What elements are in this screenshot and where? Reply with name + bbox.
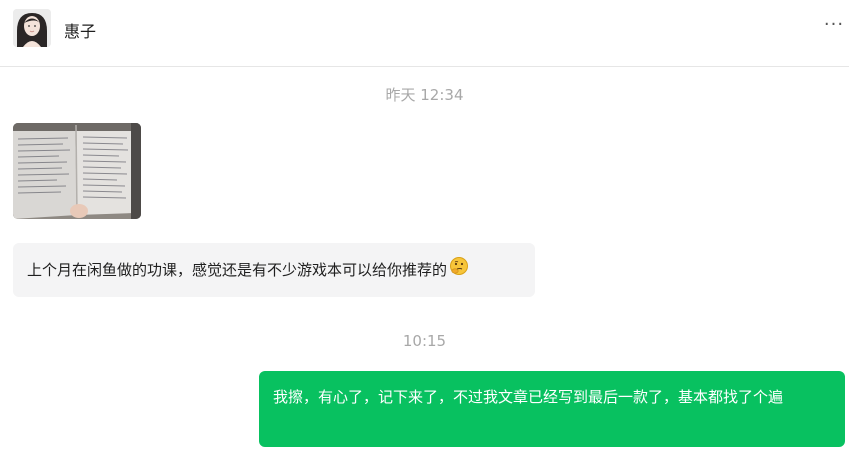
chat-header: 惠子 ··· [0,0,849,67]
more-options-button[interactable]: ··· [819,14,849,40]
incoming-message-text: 上个月在闲鱼做的功课，感觉还是有不少游戏本可以给你推荐的 [27,261,448,279]
outgoing-message-bubble[interactable]: 我擦，有心了，记下来了，不过我文章已经写到最后一款了，基本都找了个遍 [259,371,845,447]
thinking-emoji-icon [449,244,469,298]
image-message-notebook-photo[interactable] [13,123,141,219]
message-timestamp: 昨天 12:34 [385,86,464,104]
contact-name: 惠子 [64,22,97,41]
outgoing-message-text: 我擦，有心了，记下来了，不过我文章已经写到最后一款了，基本都找了个遍 [273,388,784,406]
message-timestamp: 10:15 [402,332,447,350]
incoming-message-bubble[interactable]: 上个月在闲鱼做的功课，感觉还是有不少游戏本可以给你推荐的 [13,243,535,297]
contact-avatar[interactable] [13,9,51,47]
